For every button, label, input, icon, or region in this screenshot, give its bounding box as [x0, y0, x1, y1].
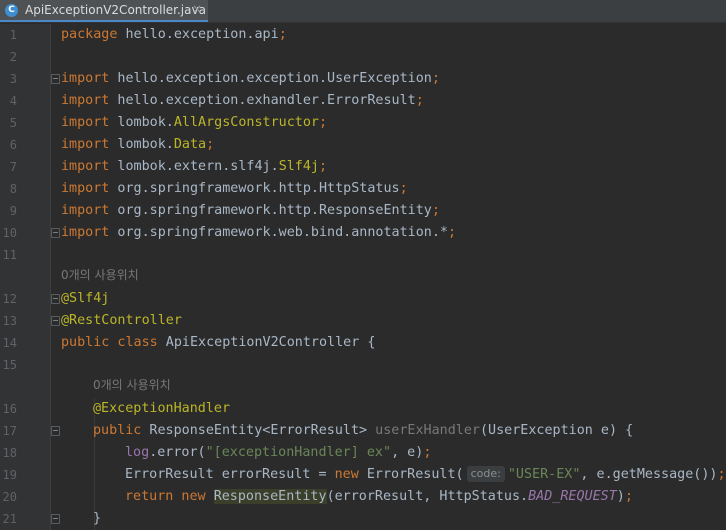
fold-toggle-icon[interactable] [51, 316, 60, 326]
line-number: 20 [2, 490, 17, 504]
code-line-19: ErrorResult errorResult = new ErrorResul… [125, 466, 726, 482]
line-number: 1 [9, 28, 17, 42]
code-line-13: @RestController [61, 313, 182, 328]
line-number: 13 [2, 314, 17, 328]
line-number-gutter: 1 2 3 4 5 6 7 8 9 10 11 12 13 14 15 16 1… [0, 24, 51, 530]
code-line-6: import lombok.Data; [61, 137, 215, 152]
file-tab-label: ApiExceptionV2Controller.java [25, 3, 206, 17]
code-line-7: import lombok.extern.slf4j.Slf4j; [61, 159, 328, 174]
line-number: 2 [9, 50, 17, 64]
code-line-5: import lombok.AllArgsConstructor; [61, 115, 328, 130]
line-number: 21 [2, 512, 17, 526]
code-line-4: import hello.exception.exhandler.ErrorRe… [61, 93, 424, 108]
line-number: 7 [9, 160, 17, 174]
fold-toggle-icon[interactable] [51, 74, 60, 84]
usage-hint[interactable]: 0개의 사용위치 [93, 376, 171, 398]
line-number: 10 [2, 226, 17, 240]
line-number: 5 [9, 116, 17, 130]
fold-toggle-icon[interactable] [51, 228, 60, 238]
usage-hint[interactable]: 0개의 사용위치 [61, 266, 139, 288]
code-line-3: import hello.exception.exception.UserExc… [61, 71, 440, 86]
code-line-12: @Slf4j [61, 291, 110, 306]
code-line-10: import org.springframework.web.bind.anno… [61, 225, 457, 240]
file-tab[interactable]: C ApiExceptionV2Controller.java × [0, 0, 208, 22]
code-line-8: import org.springframework.http.HttpStat… [61, 181, 408, 196]
line-number: 16 [2, 402, 17, 416]
code-line-18: log.error("[exceptionHandler] ex", e); [125, 445, 432, 460]
fold-toggle-icon[interactable] [51, 514, 60, 524]
line-number: 4 [9, 94, 17, 108]
line-number: 12 [2, 292, 17, 306]
fold-toggle-icon[interactable] [51, 426, 60, 436]
line-number: 17 [2, 424, 17, 438]
close-tab-icon[interactable]: × [192, 2, 202, 16]
line-number: 3 [9, 72, 17, 86]
code-line-14: public class ApiExceptionV2Controller { [61, 335, 376, 350]
line-number: 9 [9, 204, 17, 218]
code-line-21: } [93, 511, 102, 526]
code-line-1: package hello.exception.api; [61, 27, 287, 42]
line-number: 11 [2, 248, 17, 262]
code-line-9: import org.springframework.http.Response… [61, 203, 440, 218]
code-line-16: @ExceptionHandler [93, 401, 231, 416]
highlighted-symbol: ResponseEntity [213, 489, 327, 504]
code-line-20: return new ResponseEntity(errorResult, H… [125, 489, 633, 504]
fold-toggle-icon[interactable] [51, 294, 60, 304]
line-number: 18 [2, 446, 17, 460]
code-line-17: public ResponseEntity<ErrorResult> userE… [93, 423, 634, 438]
parameter-hint-badge: code: [466, 466, 505, 482]
line-number: 14 [2, 336, 17, 350]
code-editor[interactable]: 1 2 3 4 5 6 7 8 9 10 11 12 13 14 15 16 1… [0, 24, 726, 530]
editor-tab-bar: C ApiExceptionV2Controller.java × [0, 0, 726, 23]
line-number: 15 [2, 358, 17, 372]
java-class-icon: C [5, 4, 18, 17]
line-number: 8 [9, 182, 17, 196]
line-number: 6 [9, 138, 17, 152]
line-number: 19 [2, 468, 17, 482]
